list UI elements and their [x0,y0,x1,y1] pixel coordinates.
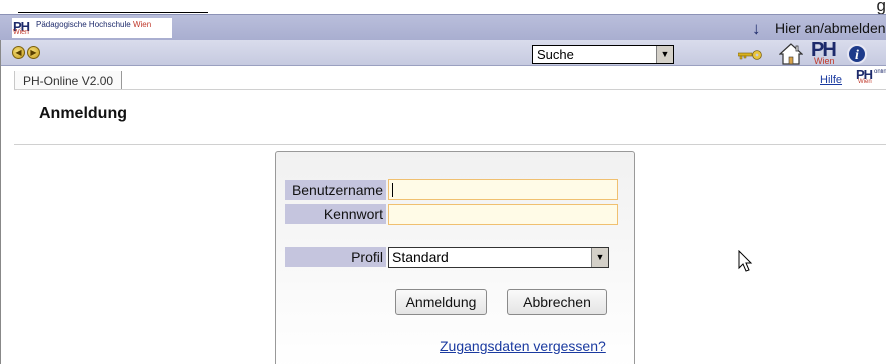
login-arrow-icon[interactable]: ↓ [752,20,761,37]
profile-select-value: Standard [392,249,449,265]
ph-logo-sub: Wien [814,56,835,66]
mouse-cursor-icon [738,250,753,272]
logo-name: Pädagogische Hochschule Wien [36,20,152,29]
home-icon[interactable] [779,43,803,65]
username-label: Benutzername [285,180,386,200]
top-strip: g [0,0,886,15]
text-caret [392,183,393,197]
forgot-credentials-link[interactable]: Zugangsdaten vergessen? [440,338,606,354]
page-title-section: Anmeldung [14,89,886,145]
chevron-down-icon[interactable]: ▼ [656,46,673,63]
top-underline-link[interactable] [18,0,208,13]
back-icon[interactable]: ◀ [12,46,25,59]
profile-select[interactable]: Standard ▼ [388,247,609,268]
header-band: PH Wien Pädagogische Hochschule Wien ↓ H… [0,14,886,40]
search-select[interactable]: Suche ▼ [532,45,674,64]
left-divider [0,40,1,364]
info-icon[interactable]: i [847,44,867,64]
chevron-down-icon[interactable]: ▼ [591,248,608,267]
password-field[interactable] [388,204,618,225]
ph-online-logo[interactable]: PH online Wien [856,69,886,85]
password-label: Kennwort [285,204,386,224]
forward-icon[interactable]: ▶ [27,46,40,59]
tab-ph-online[interactable]: PH-Online V2.00 [14,71,123,90]
ph-wien-logo-icon[interactable]: PH Wien [810,39,840,66]
tab-row: PH-Online V2.00 Hilfe PH online Wien [0,67,886,90]
login-logout-link[interactable]: Hier an/abmelden [775,20,886,36]
login-button[interactable]: Anmeldung [395,289,487,315]
ph-wien-logo[interactable]: PH Wien Pädagogische Hochschule Wien [12,18,172,38]
profile-label: Profil [285,247,386,267]
toolbar: ◀ ▶ Suche ▼ PH Wien i [0,39,886,66]
ph-online-logo-city: Wien [858,79,872,85]
key-icon[interactable] [738,50,764,60]
cancel-button[interactable]: Abbrechen [507,289,607,315]
help-link[interactable]: Hilfe [820,74,842,86]
search-select-value: Suche [537,47,574,62]
logo-mark-sub: Wien [13,29,29,36]
username-field[interactable] [388,179,618,200]
ph-online-logo-sub: online [874,69,886,75]
page-title: Anmeldung [39,105,127,122]
